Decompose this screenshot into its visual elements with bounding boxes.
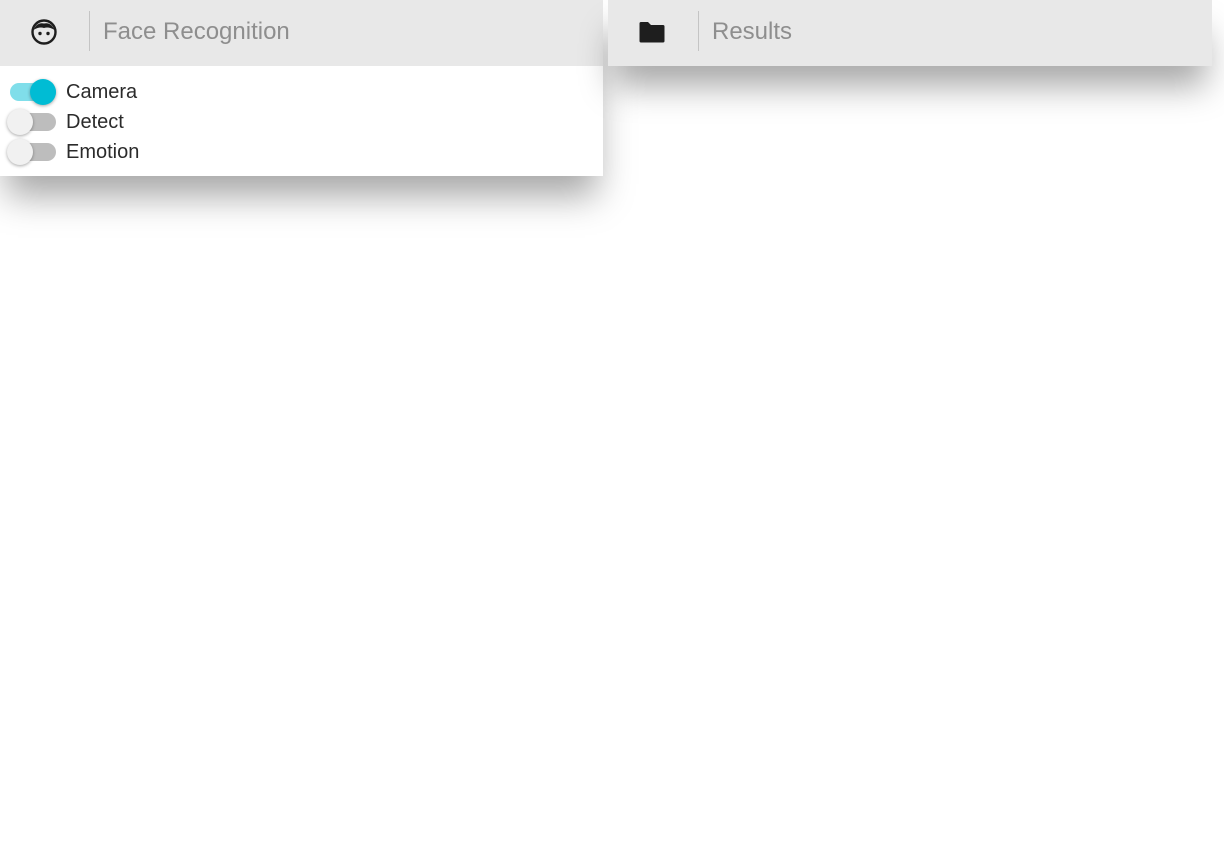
emotion-switch[interactable] [7, 139, 56, 165]
camera-toggle[interactable]: Camera [0, 77, 603, 107]
face-icon [29, 17, 59, 47]
detect-toggle[interactable]: Detect [0, 107, 603, 137]
header-divider [698, 11, 699, 51]
camera-toggle-label: Camera [66, 81, 138, 103]
face-recognition-header: Face Recognition [0, 0, 603, 66]
toggle-list: Camera Detect Emotion [0, 77, 603, 167]
face-recognition-panel: Face Recognition Camera Detect Emotion [0, 0, 603, 176]
detect-switch[interactable] [7, 109, 56, 135]
switch-thumb[interactable] [7, 109, 33, 135]
results-panel: Results [608, 0, 1212, 66]
detect-toggle-label: Detect [66, 111, 124, 133]
emotion-toggle[interactable]: Emotion [0, 137, 603, 167]
panel-title: Face Recognition [103, 18, 290, 45]
results-header: Results [608, 0, 1212, 66]
folder-icon [637, 17, 667, 47]
switch-thumb[interactable] [7, 139, 33, 165]
switch-thumb[interactable] [30, 79, 56, 105]
emotion-toggle-label: Emotion [66, 141, 140, 163]
panel-title: Results [712, 18, 793, 45]
camera-switch[interactable] [10, 79, 56, 105]
header-divider [89, 11, 90, 51]
